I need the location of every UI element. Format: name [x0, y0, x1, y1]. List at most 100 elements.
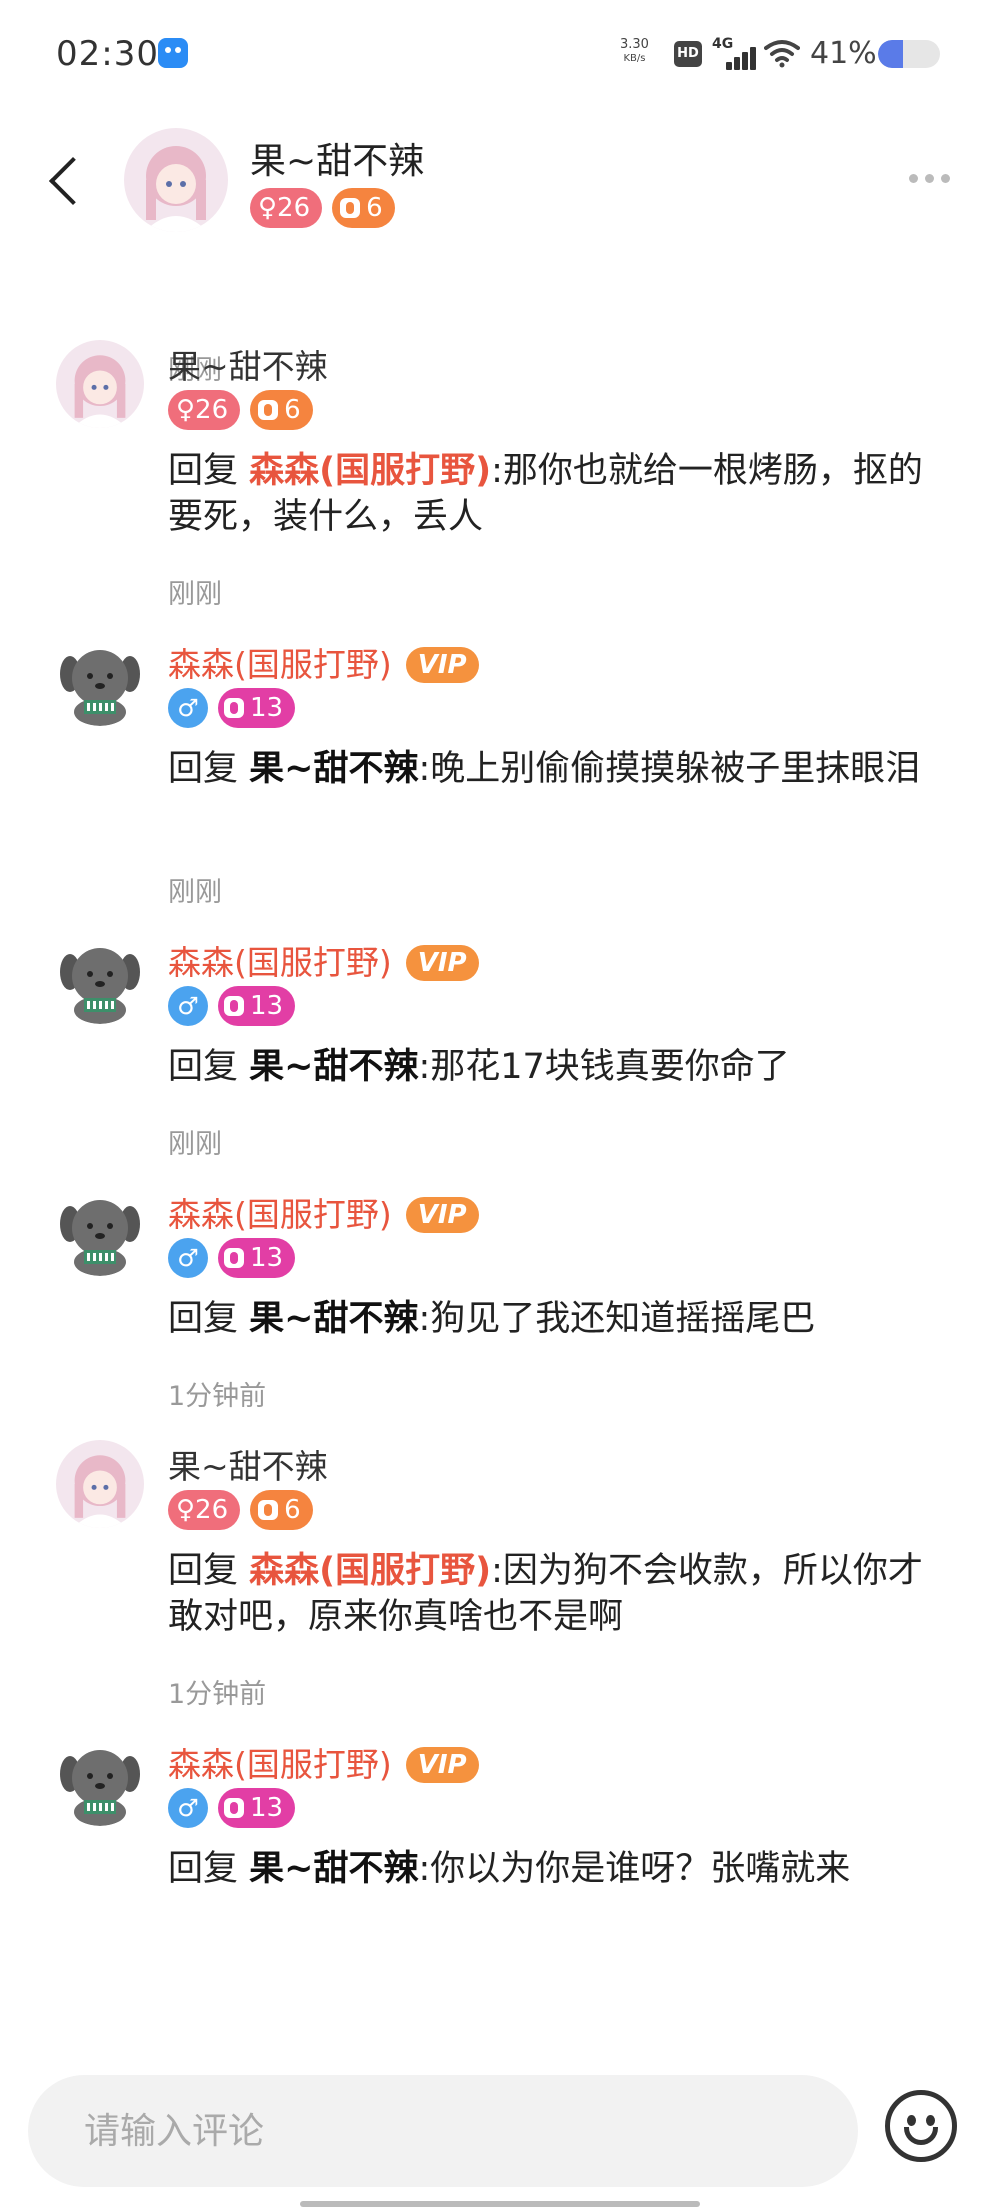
- anime-girl-avatar: [56, 340, 144, 428]
- gender-badge: ♂: [168, 688, 208, 728]
- gray-dog-avatar: [56, 638, 144, 726]
- vip-badge: VIP: [405, 647, 479, 683]
- level-badge: 13: [218, 1788, 296, 1828]
- level-value: 13: [250, 1243, 284, 1273]
- level-icon: [258, 1500, 279, 1520]
- user-badges: ♀26 6: [168, 390, 313, 430]
- level-badge: 6: [332, 188, 395, 228]
- comment-time: 刚刚: [168, 1129, 222, 1160]
- user-name[interactable]: 森森(国服打野) VIP: [168, 1188, 479, 1236]
- level-badge: 13: [218, 986, 296, 1026]
- user-avatar[interactable]: [56, 638, 144, 726]
- vip-badge: VIP: [405, 1197, 479, 1233]
- reply-target[interactable]: 森森(国服打野): [249, 1551, 491, 1591]
- user-name-text: 森森(国服打野): [168, 1745, 392, 1784]
- reply-target[interactable]: 森森(国服打野): [249, 451, 491, 491]
- battery-icon: [878, 40, 940, 68]
- comment-text: 回复 果~甜不辣:晚上别偷偷摸摸躲被子里抹眼泪: [168, 746, 928, 792]
- home-indicator[interactable]: [300, 2201, 700, 2207]
- comment-body: :狗见了我还知道摇摇尾巴: [418, 1299, 816, 1339]
- level-icon: [224, 996, 244, 1016]
- network-speed: 3.30 KB/s: [620, 38, 649, 66]
- user-badges: ♂ 13: [168, 986, 296, 1026]
- anime-girl-avatar: [124, 128, 228, 232]
- reply-target[interactable]: 果~甜不辣: [249, 1849, 418, 1889]
- chevron-left-icon[interactable]: [40, 152, 84, 212]
- gender-badge: ♂: [168, 986, 208, 1026]
- gray-dog-avatar: [56, 1738, 144, 1826]
- header-avatar[interactable]: [124, 128, 228, 232]
- network-type: 4G: [712, 36, 734, 52]
- battery-percent: 41%: [810, 36, 877, 71]
- gender-badge: ♂: [168, 1238, 208, 1278]
- comment-time: 刚刚: [168, 579, 222, 610]
- level-icon: [258, 400, 279, 420]
- comment-text: 回复 森森(国服打野):因为狗不会收款，所以你才敢对吧，原来你真啥也不是啊: [168, 1548, 928, 1640]
- level-value: 6: [366, 193, 383, 223]
- level-value: 13: [250, 991, 284, 1021]
- chat-header: 果~甜不辣 ♀26 6: [0, 110, 1000, 260]
- reply-target[interactable]: 果~甜不辣: [249, 749, 418, 789]
- user-name[interactable]: 森森(国服打野) VIP: [168, 638, 479, 686]
- gender-badge: ♀26: [168, 1490, 241, 1530]
- level-icon: [224, 698, 244, 718]
- status-time: 02:30: [56, 34, 159, 74]
- user-name-text: 森森(国服打野): [168, 1195, 392, 1234]
- comment-input[interactable]: [28, 2075, 858, 2187]
- level-badge: 13: [218, 688, 296, 728]
- comment-time: 1分钟前: [168, 1381, 267, 1412]
- comment-text: 回复 森森(国服打野):那你也就给一根烤肠，抠的要死，装什么，丢人: [168, 448, 928, 540]
- user-name[interactable]: 果~甜不辣: [168, 340, 328, 388]
- more-dots-icon[interactable]: [909, 174, 950, 183]
- user-name[interactable]: 果~甜不辣: [168, 1440, 328, 1488]
- user-badges: ♂ 13: [168, 1788, 296, 1828]
- comment-text: 回复 果~甜不辣:你以为你是谁呀？张嘴就来: [168, 1846, 928, 1892]
- level-badge: 6: [250, 1490, 313, 1530]
- reply-prefix: 回复: [168, 749, 250, 789]
- comment-time: 1分钟前: [168, 1679, 267, 1710]
- comment-body: :你以为你是谁呀？张嘴就来: [418, 1849, 851, 1889]
- gender-badge: ♀26: [168, 390, 241, 430]
- user-avatar[interactable]: [56, 936, 144, 1024]
- level-value: 6: [284, 1495, 301, 1525]
- hd-icon: HD: [674, 41, 702, 67]
- user-name-text: 果~甜不辣: [168, 1447, 328, 1486]
- reply-prefix: 回复: [168, 1299, 250, 1339]
- speed-value: 3.30: [620, 37, 649, 52]
- status-bar: 02:30 3.30 KB/s HD 4G 41%: [0, 0, 1000, 110]
- level-value: 13: [250, 1793, 284, 1823]
- smiley-face-icon[interactable]: [885, 2090, 957, 2162]
- comment-body: :那花17块钱真要你命了: [418, 1047, 790, 1087]
- user-avatar[interactable]: [56, 340, 144, 428]
- user-name-text: 森森(国服打野): [168, 645, 392, 684]
- wifi-icon: [764, 40, 800, 68]
- battery-fill: [878, 40, 904, 68]
- comment-input-wrapper: [28, 2075, 858, 2187]
- reply-target[interactable]: 果~甜不辣: [249, 1047, 418, 1087]
- level-icon: [340, 198, 361, 218]
- user-name[interactable]: 森森(国服打野) VIP: [168, 1738, 479, 1786]
- user-badges: ♀26 6: [168, 1490, 313, 1530]
- user-avatar[interactable]: [56, 1738, 144, 1826]
- reply-prefix: 回复: [168, 1047, 250, 1087]
- comment-text: 回复 果~甜不辣:那花17块钱真要你命了: [168, 1044, 928, 1090]
- user-name-text: 果~甜不辣: [168, 347, 328, 386]
- gender-badge: ♂: [168, 1788, 208, 1828]
- level-badge: 13: [218, 1238, 296, 1278]
- header-title: 果~甜不辣: [250, 141, 425, 182]
- gray-dog-avatar: [56, 936, 144, 1024]
- user-avatar[interactable]: [56, 1188, 144, 1276]
- gray-dog-avatar: [56, 1188, 144, 1276]
- user-badges: ♂ 13: [168, 688, 296, 728]
- user-name[interactable]: 森森(国服打野) VIP: [168, 936, 479, 984]
- header-badges: ♀26 6: [250, 188, 395, 228]
- level-value: 13: [250, 693, 284, 723]
- user-avatar[interactable]: [56, 1440, 144, 1528]
- level-icon: [224, 1798, 244, 1818]
- speed-unit: KB/s: [623, 53, 646, 64]
- level-badge: 6: [250, 390, 313, 430]
- reply-prefix: 回复: [168, 1849, 250, 1889]
- comment-feed[interactable]: 回复 果~甜不辣:我还有一根要吃吗，塞你嘴里刚刚果~甜不辣♀266回复 森森(国…: [0, 260, 1000, 2070]
- comment-composer: [0, 2070, 1000, 2211]
- reply-target[interactable]: 果~甜不辣: [249, 1299, 418, 1339]
